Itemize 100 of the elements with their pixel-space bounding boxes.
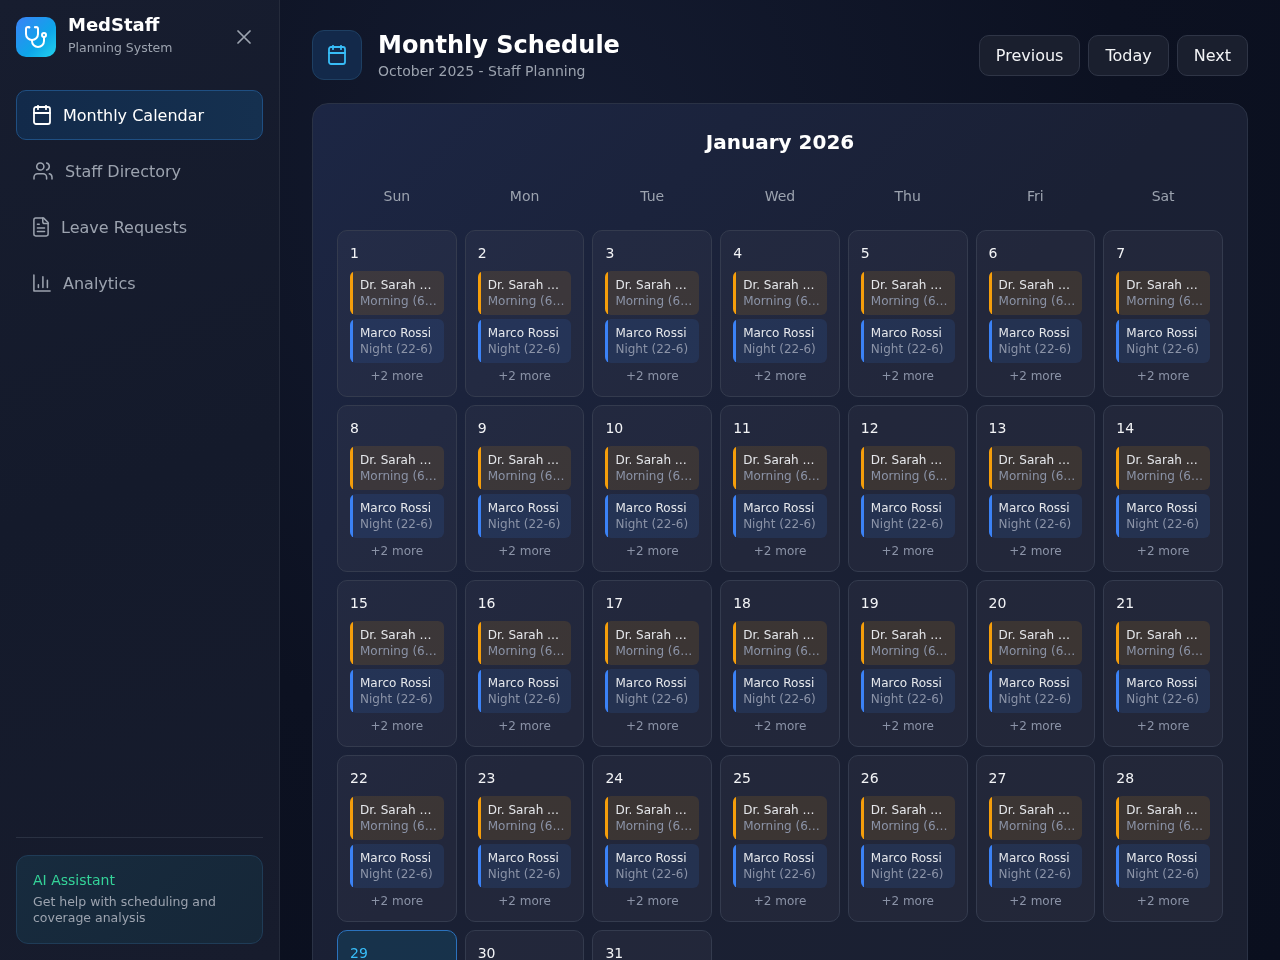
shift-chip[interactable]: Marco Rossi Night (22-6) [733,844,827,888]
more-link[interactable]: +2 more [1009,719,1062,733]
shift-chip[interactable]: Dr. Sarah … Morning (6… [988,796,1083,840]
shift-chip[interactable]: Marco Rossi Night (22-6) [605,319,700,363]
day-cell[interactable]: 3 Dr. Sarah … Morning (6… Marco Rossi Night (22-6) +2 more [592,230,713,397]
shift-chip[interactable]: Marco Rossi Night (22-6) [733,494,827,538]
shift-chip[interactable]: Dr. Sarah … Morning (6… [477,621,572,665]
shift-chip[interactable]: Dr. Sarah … Morning (6… [477,446,572,490]
shift-chip[interactable]: Dr. Sarah … Morning (6… [733,271,827,315]
more-link[interactable]: +2 more [498,369,551,383]
more-link[interactable]: +2 more [753,544,807,558]
shift-chip[interactable]: Dr. Sarah … Morning (6… [605,796,700,840]
shift-chip[interactable]: Marco Rossi Night (22-6) [605,494,700,538]
more-link[interactable]: +2 more [1136,369,1190,383]
day-cell[interactable]: 1 Dr. Sarah … Morning (6… Marco Rossi Night (22-6) +2 more [337,230,457,397]
more-link[interactable]: +2 more [753,369,807,383]
day-cell[interactable]: 7 Dr. Sarah … Morning (6… Marco Rossi Night (22-6) +2 more [1103,230,1223,397]
more-link[interactable]: +2 more [498,719,551,733]
shift-chip[interactable]: Dr. Sarah … Morning (6… [860,621,955,665]
shift-chip[interactable]: Marco Rossi Night (22-6) [1116,669,1210,713]
shift-chip[interactable]: Dr. Sarah … Morning (6… [1116,446,1210,490]
previous-button[interactable]: Previous [978,34,1081,76]
shift-chip[interactable]: Marco Rossi Night (22-6) [350,319,444,363]
more-link[interactable]: +2 more [626,544,679,558]
day-cell[interactable]: 20 Dr. Sarah … Morning (6… Marco Rossi Night (22-6) +2 more [975,580,1096,747]
day-cell[interactable]: 29 [337,930,457,960]
shift-chip[interactable]: Marco Rossi Night (22-6) [1116,319,1210,363]
day-cell[interactable]: 30 [464,930,585,960]
day-cell[interactable]: 21 Dr. Sarah … Morning (6… Marco Rossi Night (22-6) +2 more [1103,580,1223,747]
day-cell[interactable]: 28 Dr. Sarah … Morning (6… Marco Rossi Night (22-6) +2 more [1103,755,1223,922]
shift-chip[interactable]: Marco Rossi Night (22-6) [988,669,1083,713]
more-link[interactable]: +2 more [1136,544,1190,558]
shift-chip[interactable]: Dr. Sarah … Morning (6… [988,271,1083,315]
day-cell[interactable]: 17 Dr. Sarah … Morning (6… Marco Rossi Night (22-6) +2 more [592,580,713,747]
more-link[interactable]: +2 more [498,544,551,558]
shift-chip[interactable]: Dr. Sarah … Morning (6… [477,796,572,840]
day-cell[interactable]: 2 Dr. Sarah … Morning (6… Marco Rossi Night (22-6) +2 more [464,230,585,397]
shift-chip[interactable]: Dr. Sarah … Morning (6… [860,796,955,840]
shift-chip[interactable]: Dr. Sarah … Morning (6… [733,621,827,665]
shift-chip[interactable]: Marco Rossi Night (22-6) [477,844,572,888]
next-button[interactable]: Next [1176,34,1248,76]
nav-item[interactable]: Leave Requests [16,202,263,252]
more-link[interactable]: +2 more [1009,894,1062,908]
shift-chip[interactable]: Marco Rossi Night (22-6) [988,844,1083,888]
day-cell[interactable]: 9 Dr. Sarah … Morning (6… Marco Rossi Night (22-6) +2 more [464,405,585,572]
more-link[interactable]: +2 more [626,369,679,383]
more-link[interactable]: +2 more [881,544,934,558]
more-link[interactable]: +2 more [753,719,807,733]
day-cell[interactable]: 13 Dr. Sarah … Morning (6… Marco Rossi Night (22-6) +2 more [975,405,1096,572]
day-cell[interactable]: 26 Dr. Sarah … Morning (6… Marco Rossi Night (22-6) +2 more [847,755,968,922]
shift-chip[interactable]: Marco Rossi Night (22-6) [1116,844,1210,888]
more-link[interactable]: +2 more [1136,719,1190,733]
shift-chip[interactable]: Marco Rossi Night (22-6) [350,669,444,713]
day-cell[interactable]: 5 Dr. Sarah … Morning (6… Marco Rossi Night (22-6) +2 more [847,230,968,397]
more-link[interactable]: +2 more [626,719,679,733]
shift-chip[interactable]: Marco Rossi Night (22-6) [733,319,827,363]
day-cell[interactable]: 4 Dr. Sarah … Morning (6… Marco Rossi Night (22-6) +2 more [720,230,840,397]
more-link[interactable]: +2 more [626,894,679,908]
shift-chip[interactable]: Marco Rossi Night (22-6) [605,844,700,888]
shift-chip[interactable]: Marco Rossi Night (22-6) [477,319,572,363]
day-cell[interactable]: 19 Dr. Sarah … Morning (6… Marco Rossi Night (22-6) +2 more [847,580,968,747]
shift-chip[interactable]: Dr. Sarah … Morning (6… [350,796,444,840]
shift-chip[interactable]: Dr. Sarah … Morning (6… [988,446,1083,490]
shift-chip[interactable]: Dr. Sarah … Morning (6… [733,446,827,490]
assistant-card[interactable]: AI Assistant Get help with scheduling and coverage analysis [16,855,263,944]
day-cell[interactable]: 8 Dr. Sarah … Morning (6… Marco Rossi Night (22-6) +2 more [337,405,457,572]
shift-chip[interactable]: Dr. Sarah … Morning (6… [860,271,955,315]
today-button[interactable]: Today [1088,34,1169,76]
day-cell[interactable]: 23 Dr. Sarah … Morning (6… Marco Rossi Night (22-6) +2 more [464,755,585,922]
shift-chip[interactable]: Dr. Sarah … Morning (6… [860,446,955,490]
day-cell[interactable]: 12 Dr. Sarah … Morning (6… Marco Rossi Night (22-6) +2 more [847,405,968,572]
shift-chip[interactable]: Dr. Sarah … Morning (6… [477,271,572,315]
nav-item[interactable]: Analytics [16,258,263,308]
shift-chip[interactable]: Dr. Sarah … Morning (6… [350,271,444,315]
more-link[interactable]: +2 more [753,894,807,908]
day-cell[interactable]: 24 Dr. Sarah … Morning (6… Marco Rossi Night (22-6) +2 more [592,755,713,922]
shift-chip[interactable]: Marco Rossi Night (22-6) [605,669,700,713]
more-link[interactable]: +2 more [881,369,934,383]
shift-chip[interactable]: Dr. Sarah … Morning (6… [988,621,1083,665]
more-link[interactable]: +2 more [1009,544,1062,558]
shift-chip[interactable]: Marco Rossi Night (22-6) [860,494,955,538]
nav-item[interactable]: Monthly Calendar [16,90,263,140]
day-cell[interactable]: 10 Dr. Sarah … Morning (6… Marco Rossi Night (22-6) +2 more [592,405,713,572]
more-link[interactable]: +2 more [370,719,424,733]
day-cell[interactable]: 27 Dr. Sarah … Morning (6… Marco Rossi Night (22-6) +2 more [975,755,1096,922]
nav-item[interactable]: Staff Directory [16,146,263,196]
shift-chip[interactable]: Marco Rossi Night (22-6) [860,844,955,888]
shift-chip[interactable]: Marco Rossi Night (22-6) [988,319,1083,363]
shift-chip[interactable]: Dr. Sarah … Morning (6… [605,271,700,315]
more-link[interactable]: +2 more [498,894,551,908]
shift-chip[interactable]: Marco Rossi Night (22-6) [350,844,444,888]
shift-chip[interactable]: Marco Rossi Night (22-6) [1116,494,1210,538]
more-link[interactable]: +2 more [1136,894,1190,908]
shift-chip[interactable]: Marco Rossi Night (22-6) [733,669,827,713]
day-cell[interactable]: 16 Dr. Sarah … Morning (6… Marco Rossi Night (22-6) +2 more [464,580,585,747]
day-cell[interactable]: 18 Dr. Sarah … Morning (6… Marco Rossi Night (22-6) +2 more [720,580,840,747]
shift-chip[interactable]: Dr. Sarah … Morning (6… [733,796,827,840]
shift-chip[interactable]: Dr. Sarah … Morning (6… [605,621,700,665]
day-cell[interactable]: 11 Dr. Sarah … Morning (6… Marco Rossi Night (22-6) +2 more [720,405,840,572]
shift-chip[interactable]: Dr. Sarah … Morning (6… [350,621,444,665]
